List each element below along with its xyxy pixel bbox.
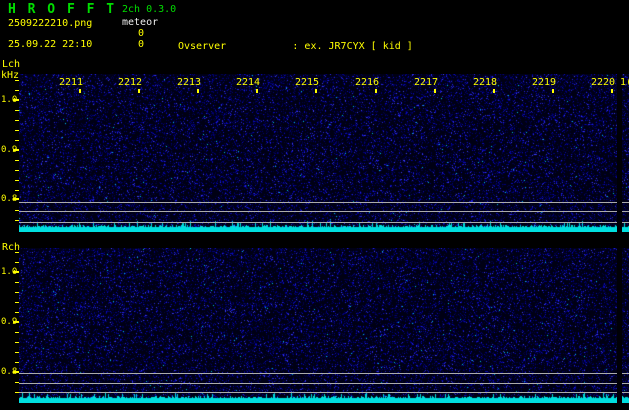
lch-channel-label: Lch: [2, 59, 21, 70]
lch-spectrogram-plot: 2211 2212 2213 2214 2215 2216 2217 2218 2219 2220…: [19, 74, 629, 232]
time-tick-mark: [493, 89, 495, 93]
output-filename: 2509222210.png: [8, 18, 93, 29]
time-tick-label: 2211: [59, 77, 84, 88]
time-tick-mark: [138, 89, 140, 93]
freq-tick-label: 0.8: [1, 367, 18, 377]
observer-line: Ovserver : ex. JR7CYX [ kid ]: [178, 41, 413, 52]
time-tick-mark: [375, 89, 377, 93]
time-tick-label: 2219: [532, 77, 557, 88]
rch-spectrogram-canvas: [19, 248, 629, 403]
rch-spectrogram-plot: [19, 248, 629, 403]
hrofft-screen: H R O F F T 2ch 0.3.0 2509222210.png met…: [0, 0, 629, 410]
time-tick-label: 2217: [414, 77, 439, 88]
capture-datetime: 25.09.22 22:10: [8, 39, 93, 50]
reference-line: [19, 392, 629, 393]
time-tick-label: 2216: [355, 77, 380, 88]
time-tick-label: 2220: [591, 77, 616, 88]
meteor-count-1: 0: [137, 28, 144, 39]
meteor-counter-label: meteor: [122, 17, 159, 28]
meteor-count-2: 0: [137, 39, 144, 50]
rch-frequency-axis: 1.0 0.9 0.8: [0, 248, 19, 403]
reference-line: [19, 211, 629, 212]
time-tick-mark: [197, 89, 199, 93]
freq-tick-label: 1.0: [1, 267, 18, 277]
time-tick-mark: [315, 89, 317, 93]
time-tick-mark: [552, 89, 554, 93]
app-title: H R O F F T: [8, 2, 117, 17]
time-tick-mark: [79, 89, 81, 93]
time-tick-mark: [611, 89, 613, 93]
write-cursor-gap: [617, 74, 622, 232]
time-tick-label: 2218: [473, 77, 498, 88]
time-axis-suffix-clipped: 1(: [620, 77, 629, 88]
reference-line: [19, 202, 629, 203]
time-tick-label: 2214: [236, 77, 261, 88]
reference-line: [19, 222, 629, 223]
freq-tick-label: 1.0: [1, 95, 18, 105]
freq-tick-label: 0.8: [1, 194, 18, 204]
time-tick-label: 2215: [295, 77, 320, 88]
lch-spectrogram-canvas: [19, 74, 629, 232]
reference-line: [19, 373, 629, 374]
time-tick-label: 2213: [177, 77, 202, 88]
time-tick-mark: [256, 89, 258, 93]
app-version: 2ch 0.3.0: [122, 4, 177, 15]
write-cursor-gap: [617, 248, 622, 403]
lch-frequency-axis: 1.0 0.9 0.8: [0, 74, 19, 232]
time-tick-mark: [434, 89, 436, 93]
freq-tick-label: 0.9: [1, 317, 18, 327]
time-tick-label: 2212: [118, 77, 143, 88]
freq-tick-label: 0.9: [1, 145, 18, 155]
reference-line: [19, 383, 629, 384]
